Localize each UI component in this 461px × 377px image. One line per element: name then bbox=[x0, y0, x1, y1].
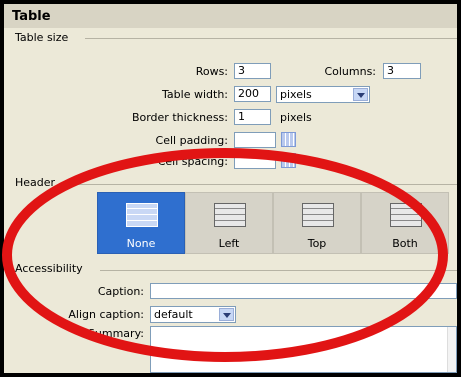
border-thickness-input[interactable]: 1 bbox=[234, 109, 271, 125]
header-option-both[interactable]: Both bbox=[361, 192, 449, 254]
header-option-label: Both bbox=[392, 237, 418, 250]
header-option-label: None bbox=[126, 237, 156, 250]
table-size-legend: Table size bbox=[15, 31, 69, 44]
width-unit-select[interactable]: pixels bbox=[276, 86, 370, 103]
chevron-down-icon bbox=[353, 88, 368, 101]
header-option-top[interactable]: Top bbox=[273, 192, 361, 254]
header-option-label: Left bbox=[218, 237, 240, 250]
table-left-icon bbox=[214, 203, 246, 227]
rows-input[interactable]: 3 bbox=[234, 63, 271, 79]
header-divider bbox=[62, 184, 457, 185]
table-dialog-screenshot: Table Table size Rows: 3 Columns: 3 Tabl… bbox=[0, 0, 461, 377]
align-caption-select[interactable]: default bbox=[150, 306, 236, 323]
table-width-label: Table width: bbox=[162, 88, 228, 101]
cell-padding-input[interactable] bbox=[234, 132, 276, 148]
columns-label: Columns: bbox=[324, 65, 376, 78]
chevron-down-icon bbox=[219, 308, 234, 321]
caption-input[interactable] bbox=[150, 283, 457, 299]
accessibility-legend: Accessibility bbox=[15, 262, 83, 275]
header-option-label: Top bbox=[307, 237, 327, 250]
summary-label: Summary: bbox=[87, 327, 144, 340]
header-option-left[interactable]: Left bbox=[185, 192, 273, 254]
table-size-divider bbox=[85, 38, 457, 39]
align-caption-label: Align caption: bbox=[68, 308, 144, 321]
summary-textarea[interactable] bbox=[150, 326, 457, 373]
accessibility-divider bbox=[100, 270, 457, 271]
caption-label: Caption: bbox=[97, 285, 144, 298]
cell-padding-label: Cell padding: bbox=[155, 134, 228, 147]
dialog-title: Table bbox=[12, 9, 51, 24]
border-unit-label: pixels bbox=[280, 111, 312, 124]
table-width-input[interactable]: 200 bbox=[234, 86, 271, 102]
summary-scrollbar[interactable] bbox=[447, 327, 456, 372]
cell-spacing-grid-icon bbox=[281, 153, 296, 168]
dialog-title-bar: Table bbox=[4, 4, 457, 28]
border-thickness-label: Border thickness: bbox=[131, 111, 228, 124]
width-unit-value: pixels bbox=[280, 88, 312, 101]
rows-label: Rows: bbox=[195, 65, 228, 78]
table-top-icon bbox=[302, 203, 334, 227]
header-option-none[interactable]: None bbox=[97, 192, 185, 254]
cell-padding-grid-icon bbox=[281, 132, 296, 147]
cell-spacing-label: Cell spacing: bbox=[157, 155, 228, 168]
header-legend: Header bbox=[15, 176, 56, 189]
align-caption-value: default bbox=[154, 308, 193, 321]
table-both-icon bbox=[390, 203, 422, 227]
columns-input[interactable]: 3 bbox=[383, 63, 421, 79]
table-none-icon bbox=[126, 203, 158, 227]
cell-spacing-input[interactable] bbox=[234, 153, 276, 169]
